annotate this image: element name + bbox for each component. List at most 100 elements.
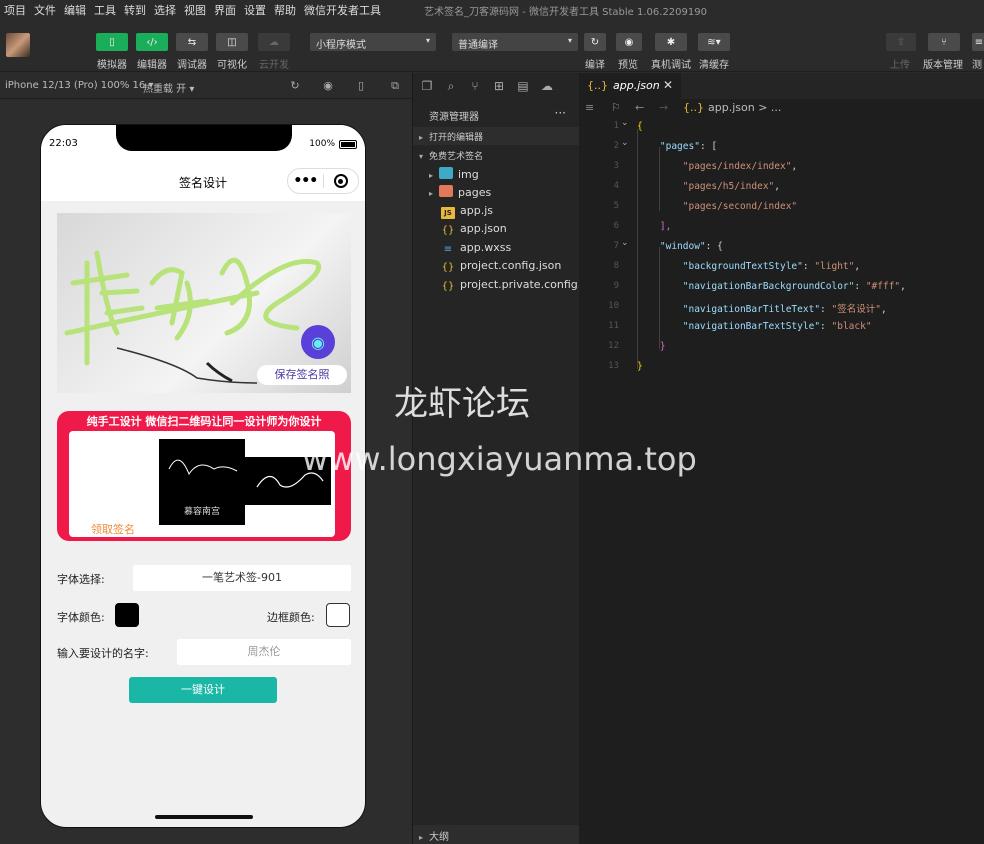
get-signature-link[interactable]: 领取签名 [91, 521, 135, 537]
tree-item-app-js[interactable]: JS app.js [413, 202, 580, 220]
list-icon: ≡ [974, 36, 984, 48]
real-debug-button[interactable]: ✱ [655, 33, 687, 51]
clear-cache-button[interactable]: ≋▾ [698, 33, 730, 51]
battery-percent: 100% [309, 139, 335, 149]
camera-icon[interactable]: ◉ [301, 325, 335, 359]
refresh-icon: ↻ [590, 36, 600, 48]
preview-button[interactable]: ◉ [616, 33, 642, 51]
close-capsule-icon[interactable] [323, 174, 358, 188]
tab-app-json[interactable]: {..} app.json ✕ [579, 73, 681, 99]
test-button[interactable]: ≡ [972, 33, 984, 51]
cloud-label: 云开发 [259, 60, 289, 71]
compile-select[interactable]: 普通编译 ▾ [452, 33, 578, 51]
visual-button[interactable]: ◫ [216, 33, 248, 51]
menu-view[interactable]: 视图 [180, 2, 210, 18]
test-label: 测 [972, 60, 982, 71]
border-color-label: 边框颜色: [267, 611, 315, 624]
tree-item-img[interactable]: ▸ img [413, 165, 580, 183]
activity-bar: ❐ ⌕ ⑂ ⊞ ▤ ☁ [413, 73, 580, 99]
more-icon[interactable]: ··· [555, 106, 566, 120]
extensions-icon[interactable]: ⊞ [491, 79, 507, 93]
folder-icon [439, 167, 453, 179]
tree-item-project-private-config[interactable]: {} project.private.config.js... [413, 276, 601, 294]
tree-item-project-config[interactable]: {} project.config.json [413, 257, 580, 275]
menu-tools[interactable]: 工具 [90, 2, 120, 18]
clock: 22:03 [49, 138, 78, 149]
line-number: 7 [613, 241, 619, 251]
outline-section[interactable]: ▸ 大纲 [413, 825, 580, 844]
promo-samples: 慕容南宫 领取签名 [69, 431, 335, 537]
design-button[interactable]: 一键设计 [129, 677, 277, 703]
menu-file[interactable]: 文件 [30, 2, 60, 18]
code-line: "navigationBarTitleText": "签名设计", [682, 304, 887, 315]
debugger-button[interactable]: ⇆ [176, 33, 208, 51]
font-select[interactable]: 一笔艺术签-901 [133, 565, 351, 591]
menu-devtools[interactable]: 微信开发者工具 [300, 2, 385, 18]
menu-edit[interactable]: 编辑 [60, 2, 90, 18]
line-number: 10 [608, 301, 619, 311]
wxss-file-icon: ≡ [443, 244, 453, 255]
database-icon[interactable]: ▤ [515, 79, 531, 93]
device-select[interactable]: iPhone 12/13 (Pro) 100% 16 ▾ [5, 80, 153, 91]
name-input[interactable]: 周杰伦 [177, 639, 351, 665]
back-arrow-icon[interactable]: ← [635, 101, 644, 114]
editor-button[interactable]: ‹/› [136, 33, 168, 51]
branch-icon: ⑂ [941, 36, 947, 48]
menu-goto[interactable]: 转到 [120, 2, 150, 18]
visual-label: 可视化 [217, 60, 247, 71]
tree-item-app-json[interactable]: {} app.json [413, 220, 580, 238]
hot-reload-toggle[interactable]: 热重载 开 ▾ [143, 80, 194, 95]
menu-help[interactable]: 帮助 [270, 2, 300, 18]
close-icon[interactable]: ✕ [663, 78, 673, 92]
fold-icon[interactable]: ⌄ [621, 238, 631, 248]
json-file-icon: {} [441, 281, 455, 292]
menu-bar: 项目 文件 编辑 工具 转到 选择 视图 界面 设置 帮助 微信开发者工具 艺术… [0, 0, 984, 20]
font-color-swatch[interactable] [115, 603, 139, 627]
watermark-title: 龙虾论坛 [394, 384, 530, 424]
breadcrumb: {..} app.json > ... [683, 101, 782, 114]
mode-select[interactable]: 小程序模式 ▾ [310, 33, 436, 51]
save-photo-button[interactable]: 保存签名照 [257, 365, 347, 385]
simulator-bar: iPhone 12/13 (Pro) 100% 16 ▾ 热重载 开 ▾ ↻ ◉… [0, 73, 412, 99]
bookmark-icon[interactable]: ⚐ [611, 101, 621, 114]
upload-icon: ⇧ [896, 36, 906, 48]
open-editors-section[interactable]: ▸ 打开的编辑器 [413, 127, 580, 145]
promo-title: 纯手工设计 微信扫二维码让同一设计师为你设计 [86, 415, 322, 428]
simulator-button[interactable]: ▯ [96, 33, 128, 51]
menu-interface[interactable]: 界面 [210, 2, 240, 18]
cloud-button[interactable]: ☁ [258, 33, 290, 51]
project-section[interactable]: ▾ 免费艺术签名 [413, 146, 580, 164]
border-color-swatch[interactable] [326, 603, 350, 627]
version-button[interactable]: ⑂ [928, 33, 960, 51]
folder-icon [439, 185, 453, 197]
source-control-icon[interactable]: ⑂ [467, 79, 483, 93]
tree-item-app-wxss[interactable]: ≡ app.wxss [413, 239, 580, 257]
popout-icon[interactable]: ⧉ [388, 79, 402, 93]
compile-select-value: 普通编译 [458, 40, 498, 51]
compile-button[interactable]: ↻ [584, 33, 606, 51]
forward-arrow-icon[interactable]: → [659, 101, 668, 114]
code-line: "pages/h5/index", [682, 181, 781, 192]
fold-icon[interactable]: ⌄ [621, 138, 631, 148]
menu-settings[interactable]: 设置 [240, 2, 270, 18]
fold-icon[interactable]: ⌄ [621, 118, 631, 128]
phone-icon: ▯ [109, 36, 115, 48]
menu-project[interactable]: 项目 [0, 2, 30, 18]
upload-button[interactable]: ⇧ [886, 33, 916, 51]
font-label: 字体选择: [57, 573, 105, 586]
list-icon[interactable]: ≡ [585, 101, 594, 114]
menu-select[interactable]: 选择 [150, 2, 180, 18]
phone-icon[interactable]: ▯ [354, 79, 368, 93]
docker-icon[interactable]: ☁ [539, 79, 555, 93]
code-line: ], [659, 221, 672, 232]
avatar[interactable] [6, 33, 30, 57]
tree-item-pages[interactable]: ▸ pages [413, 183, 580, 201]
record-icon[interactable]: ◉ [321, 79, 335, 93]
files-icon[interactable]: ❐ [419, 79, 435, 93]
editor-breadcrumb-bar: ≡ ⚐ ← → {..} app.json > ... [579, 99, 984, 119]
code-line: "backgroundTextStyle": "light", [682, 261, 861, 272]
search-icon[interactable]: ⌕ [443, 79, 459, 94]
font-row: 字体选择: 一笔艺术签-901 [57, 565, 351, 591]
rotate-icon[interactable]: ↻ [288, 79, 302, 93]
more-icon[interactable]: ••• [288, 173, 323, 189]
